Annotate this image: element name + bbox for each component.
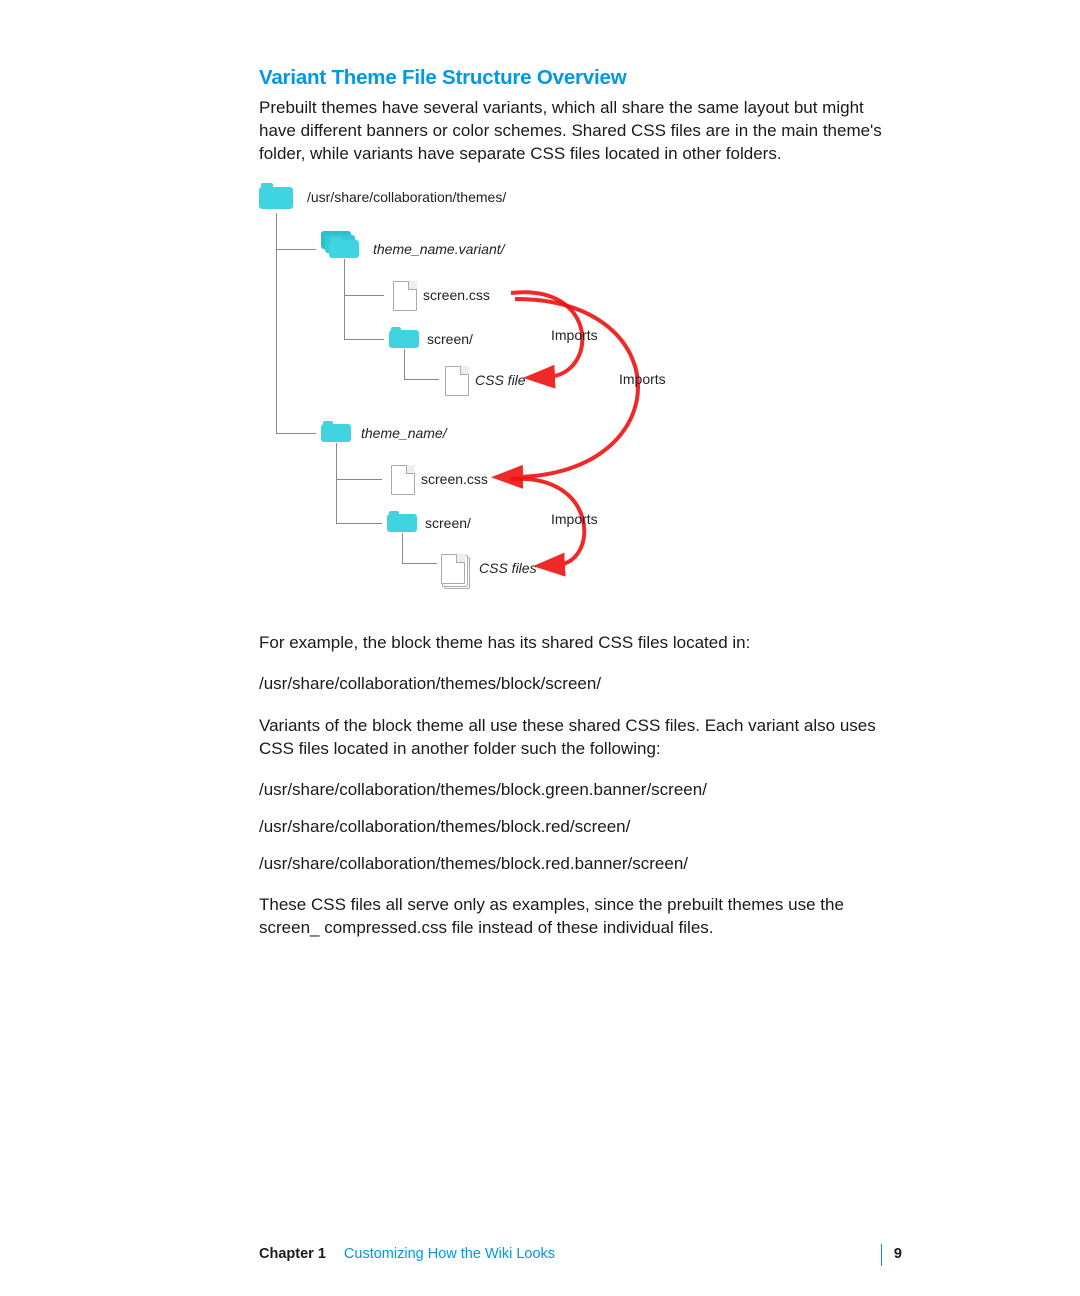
tree-line <box>276 213 277 433</box>
screen-folder-label: screen/ <box>427 331 473 347</box>
file-icon <box>393 281 417 311</box>
file-structure-diagram: /usr/share/collaboration/themes/ theme_n… <box>259 183 899 613</box>
imports-label-2: Imports <box>619 371 666 387</box>
tree-line <box>404 379 439 380</box>
folder-icon <box>321 421 351 443</box>
chapter-title: Customizing How the Wiki Looks <box>344 1246 555 1262</box>
file-stack-icon <box>441 554 465 584</box>
css-files-label: CSS files <box>479 560 537 576</box>
path-1: /usr/share/collaboration/themes/block/sc… <box>259 672 899 695</box>
imports-label-1: Imports <box>551 327 598 343</box>
variants-paragraph: Variants of the block theme all use thes… <box>259 714 899 760</box>
path-2: /usr/share/collaboration/themes/block.gr… <box>259 778 899 801</box>
screen-css-label-2: screen.css <box>421 471 488 487</box>
screen-folder-label-2: screen/ <box>425 515 471 531</box>
theme-folder-label: theme_name/ <box>361 425 447 441</box>
variant-folder-label: theme_name.variant/ <box>373 241 505 257</box>
imports-label-3: Imports <box>551 511 598 527</box>
file-icon <box>445 366 469 396</box>
tree-line <box>336 443 337 523</box>
tree-line <box>402 563 437 564</box>
page-footer: Chapter 1 Customizing How the Wiki Looks <box>259 1246 899 1262</box>
folder-icon <box>329 237 359 259</box>
folder-icon <box>387 511 417 533</box>
tree-line <box>344 259 345 339</box>
root-path-label: /usr/share/collaboration/themes/ <box>307 189 506 205</box>
chapter-label: Chapter 1 <box>259 1246 326 1262</box>
folder-icon <box>389 327 419 349</box>
example-paragraph: For example, the block theme has its sha… <box>259 631 899 654</box>
path-4: /usr/share/collaboration/themes/block.re… <box>259 852 899 875</box>
footer-divider <box>881 1244 883 1266</box>
note-paragraph: These CSS files all serve only as exampl… <box>259 893 899 939</box>
tree-line <box>404 349 405 379</box>
tree-line <box>402 533 403 563</box>
file-icon <box>391 465 415 495</box>
tree-line <box>276 433 316 434</box>
page-number: 9 <box>894 1246 902 1262</box>
tree-line <box>344 339 384 340</box>
screen-css-label: screen.css <box>423 287 490 303</box>
tree-line <box>336 479 382 480</box>
path-3: /usr/share/collaboration/themes/block.re… <box>259 815 899 838</box>
folder-icon <box>259 183 293 209</box>
tree-line <box>336 523 382 524</box>
section-heading: Variant Theme File Structure Overview <box>259 66 899 90</box>
intro-paragraph: Prebuilt themes have several variants, w… <box>259 96 899 165</box>
tree-line <box>276 249 316 250</box>
tree-line <box>344 295 384 296</box>
css-file-label: CSS file <box>475 372 526 388</box>
